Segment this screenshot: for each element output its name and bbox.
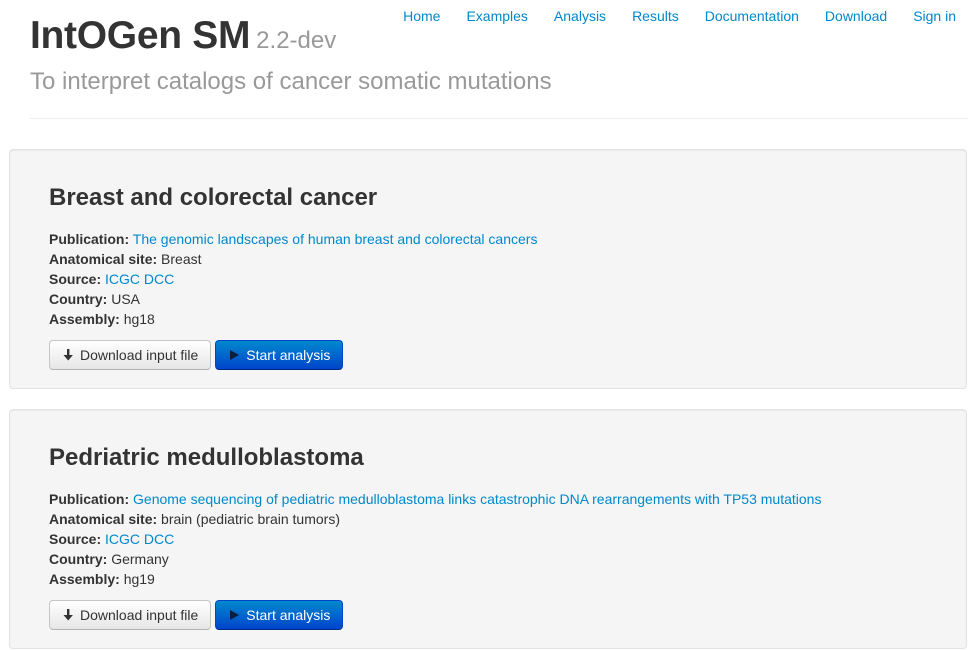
assembly-row: Assembly: hg18 xyxy=(49,309,537,329)
source-label: Source: xyxy=(49,271,102,287)
anatomical-site-row: Anatomical site: Breast xyxy=(49,249,537,269)
example-title: Breast and colorectal cancer xyxy=(49,184,378,211)
example-card-medulloblastoma: Pedriatric medulloblastoma Publication: … xyxy=(9,409,967,649)
download-button-label: Download input file xyxy=(80,347,199,363)
start-analysis-button[interactable]: Start analysis xyxy=(215,340,344,370)
publication-row: Publication: The genomic landscapes of h… xyxy=(49,229,537,249)
example-actions: Download input file Start analysis xyxy=(49,600,344,630)
nav-analysis[interactable]: Analysis xyxy=(541,6,619,26)
brand-name: IntOGen SM xyxy=(30,14,251,57)
publication-link[interactable]: Genome sequencing of pediatric medullobl… xyxy=(133,491,821,507)
example-title: Pedriatric medulloblastoma xyxy=(49,444,364,471)
assembly-row: Assembly: hg19 xyxy=(49,569,821,589)
source-row: Source: ICGC DCC xyxy=(49,269,537,289)
assembly-label: Assembly: xyxy=(49,311,120,327)
play-icon xyxy=(228,348,240,362)
source-link[interactable]: ICGC DCC xyxy=(105,271,174,287)
publication-link[interactable]: The genomic landscapes of human breast a… xyxy=(133,231,538,247)
nav-home[interactable]: Home xyxy=(390,6,453,26)
top-nav: Home Examples Analysis Results Documenta… xyxy=(390,6,956,26)
country-row: Country: Germany xyxy=(49,549,821,569)
source-label: Source: xyxy=(49,531,102,547)
publication-row: Publication: Genome sequencing of pediat… xyxy=(49,489,821,509)
country-value: USA xyxy=(111,291,141,307)
example-details: Publication: The genomic landscapes of h… xyxy=(49,229,537,329)
page: IntOGen SM 2.2-dev To interpret catalogs … xyxy=(0,0,978,651)
anatomical-site-value: Breast xyxy=(161,251,202,267)
start-button-label: Start analysis xyxy=(246,347,331,363)
tagline: To interpret catalogs of cancer somatic … xyxy=(30,68,552,95)
country-label: Country: xyxy=(49,291,108,307)
nav-sign-in[interactable]: Sign in xyxy=(900,6,956,26)
play-icon xyxy=(228,608,240,622)
nav-examples[interactable]: Examples xyxy=(453,6,540,26)
nav-results[interactable]: Results xyxy=(619,6,692,26)
assembly-value: hg19 xyxy=(123,571,155,587)
assembly-label: Assembly: xyxy=(49,571,120,587)
anatomical-site-label: Anatomical site: xyxy=(49,251,158,267)
example-card-breast-colorectal: Breast and colorectal cancer Publication… xyxy=(9,149,967,389)
arrow-down-icon xyxy=(62,608,74,622)
source-link[interactable]: ICGC DCC xyxy=(105,531,174,547)
publication-label: Publication: xyxy=(49,231,130,247)
brand: IntOGen SM 2.2-dev xyxy=(30,14,336,58)
source-row: Source: ICGC DCC xyxy=(49,529,821,549)
example-actions: Download input file Start analysis xyxy=(49,340,344,370)
start-analysis-button[interactable]: Start analysis xyxy=(215,600,344,630)
download-button-label: Download input file xyxy=(80,607,199,623)
assembly-value: hg18 xyxy=(123,311,155,327)
download-input-file-button[interactable]: Download input file xyxy=(49,600,212,630)
publication-label: Publication: xyxy=(49,491,130,507)
arrow-down-icon xyxy=(62,348,74,362)
header-divider xyxy=(30,118,968,119)
country-label: Country: xyxy=(49,551,108,567)
nav-documentation[interactable]: Documentation xyxy=(692,6,812,26)
anatomical-site-value: brain (pediatric brain tumors) xyxy=(161,511,340,527)
start-button-label: Start analysis xyxy=(246,607,331,623)
country-value: Germany xyxy=(111,551,169,567)
example-details: Publication: Genome sequencing of pediat… xyxy=(49,489,821,589)
nav-download[interactable]: Download xyxy=(812,6,900,26)
anatomical-site-row: Anatomical site: brain (pediatric brain … xyxy=(49,509,821,529)
download-input-file-button[interactable]: Download input file xyxy=(49,340,212,370)
anatomical-site-label: Anatomical site: xyxy=(49,511,158,527)
version-label: 2.2-dev xyxy=(256,27,337,54)
country-row: Country: USA xyxy=(49,289,537,309)
